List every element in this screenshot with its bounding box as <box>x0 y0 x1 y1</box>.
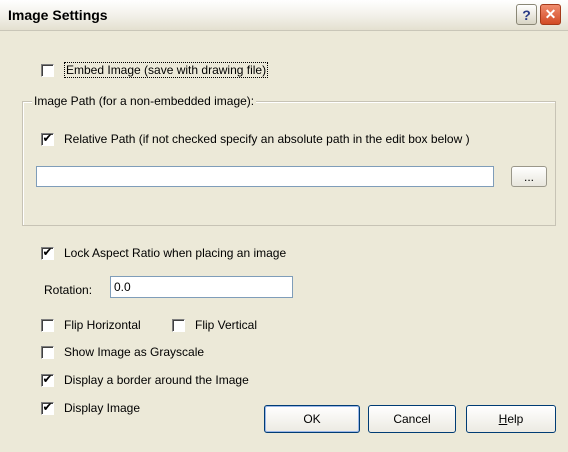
lock-aspect-label: Lock Aspect Ratio when placing an image <box>64 246 287 260</box>
dialog-title: Image Settings <box>8 7 108 23</box>
grayscale-label: Show Image as Grayscale <box>64 345 205 359</box>
embed-image-checkbox[interactable] <box>41 64 54 77</box>
grayscale-checkbox[interactable] <box>41 346 54 359</box>
help-button[interactable]: Help <box>466 405 556 433</box>
relative-path-label: Relative Path (if not checked specify an… <box>64 132 470 146</box>
image-path-group <box>22 101 556 226</box>
display-image-checkbox[interactable]: ✔ <box>41 400 54 415</box>
lock-aspect-checkbox[interactable]: ✔ <box>41 245 54 260</box>
help-label-rest: elp <box>507 412 524 426</box>
border-label: Display a border around the Image <box>64 373 249 387</box>
rotation-label: Rotation: <box>44 283 93 297</box>
relative-path-checkbox[interactable]: ✔ <box>41 131 54 146</box>
image-path-group-title: Image Path (for a non-embedded image): <box>32 94 257 108</box>
display-image-label: Display Image <box>64 401 141 415</box>
close-icon[interactable]: ✕ <box>540 4 561 25</box>
embed-image-label: Embed Image (save with drawing file) <box>64 62 269 78</box>
border-checkbox[interactable]: ✔ <box>41 372 54 387</box>
title-bar[interactable]: Image Settings ? ✕ <box>0 0 568 31</box>
flip-vertical-label: Flip Vertical <box>195 318 258 332</box>
cancel-button[interactable]: Cancel <box>368 405 456 433</box>
flip-vertical-checkbox[interactable] <box>172 319 185 332</box>
help-icon[interactable]: ? <box>516 4 537 25</box>
help-accelerator: H <box>498 412 508 426</box>
image-settings-dialog: Image Settings ? ✕ Embed Image (save wit… <box>0 0 568 452</box>
ok-button[interactable]: OK <box>264 405 360 433</box>
image-path-input[interactable] <box>36 166 494 187</box>
browse-button[interactable]: ... <box>511 166 547 187</box>
flip-horizontal-checkbox[interactable] <box>41 319 54 332</box>
flip-horizontal-label: Flip Horizontal <box>64 318 141 332</box>
rotation-input[interactable] <box>110 276 293 298</box>
